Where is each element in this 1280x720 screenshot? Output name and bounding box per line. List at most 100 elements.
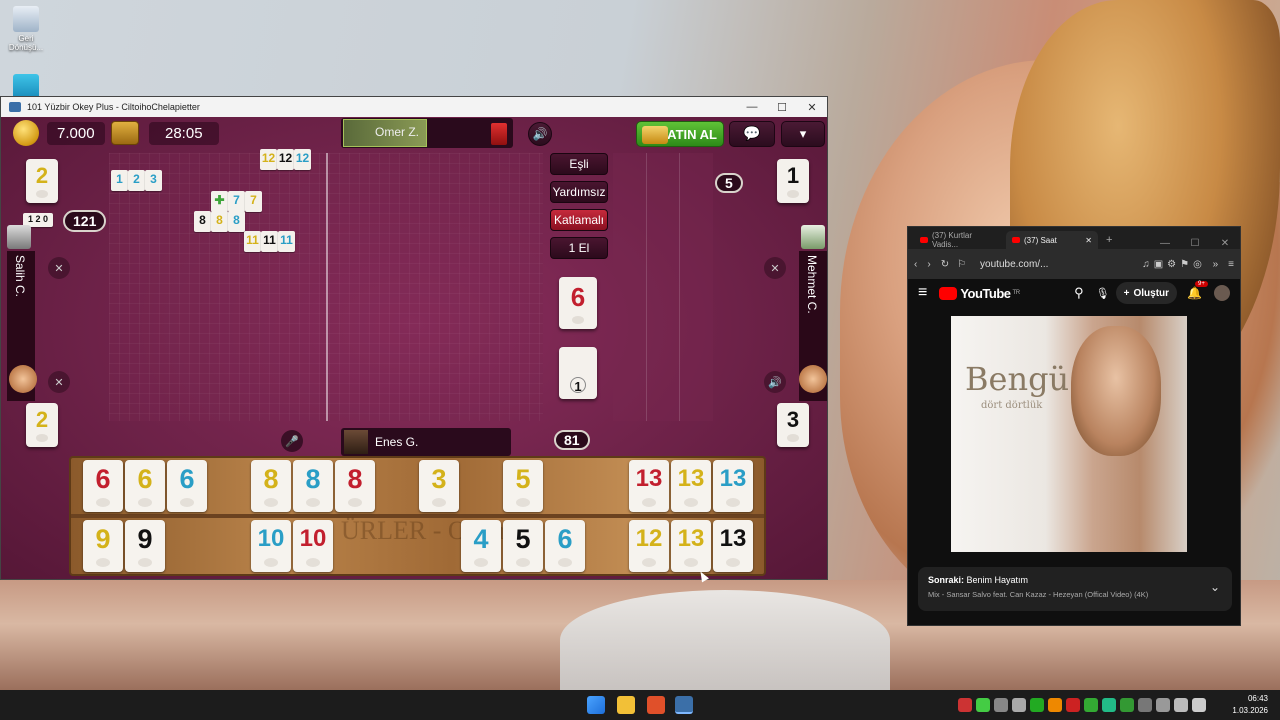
video-player[interactable]: Bengü dört dörtlük	[951, 316, 1187, 552]
account-avatar[interactable]	[1214, 285, 1230, 301]
tray-icon-8[interactable]	[1084, 698, 1098, 712]
rack-tile[interactable]: 8	[293, 460, 333, 512]
minimize-button[interactable]: —	[737, 101, 767, 114]
brave-browser-icon[interactable]	[647, 696, 665, 714]
coin-icon	[13, 120, 39, 146]
deck-tile[interactable]: 1	[559, 347, 597, 399]
forward-icon[interactable]: ›	[927, 259, 930, 270]
left-player-avatar	[7, 225, 31, 249]
address-bar[interactable]: youtube.com/...	[980, 259, 1048, 270]
left-player-mic-mute-icon[interactable]: ✕	[48, 371, 70, 393]
rack-tile[interactable]: 5	[503, 520, 543, 572]
hamburger-icon[interactable]: ≡	[918, 284, 927, 302]
my-microphone-icon[interactable]: 🎤	[281, 430, 303, 452]
tray-icon-2[interactable]	[976, 698, 990, 712]
chevron-down-icon: ▾	[799, 126, 807, 142]
battery-icon[interactable]	[1192, 698, 1206, 712]
rack-tile[interactable]: 4	[461, 520, 501, 572]
rack-tile[interactable]: 6	[125, 460, 165, 512]
tray-icon-11[interactable]	[1138, 698, 1152, 712]
up-next-panel[interactable]: Sonraki: Benim Hayatım Mix - Sansar Salv…	[918, 567, 1232, 611]
volume-icon[interactable]	[1174, 698, 1188, 712]
right-player-mute-icon[interactable]: ✕	[764, 257, 786, 279]
tray-icon-3[interactable]	[994, 698, 1008, 712]
rack-tile[interactable]: 8	[335, 460, 375, 512]
bookmark-icon[interactable]: ⚐	[957, 259, 966, 270]
rack-tile[interactable]: 13	[713, 460, 753, 512]
rack-tile[interactable]: 10	[251, 520, 291, 572]
rack-tile-value: 9	[95, 524, 111, 554]
mode-1-el: 1 El	[550, 237, 608, 259]
new-tab-button[interactable]: +	[1106, 234, 1112, 246]
youtube-logo[interactable]: YouTube TR	[939, 286, 1020, 301]
rack-tile[interactable]: 13	[713, 520, 753, 572]
chat-button[interactable]: 💬	[729, 121, 775, 147]
rack-tile[interactable]: 9	[83, 520, 123, 572]
buy-button[interactable]: SATIN AL	[636, 121, 724, 147]
rack-tile[interactable]: 5	[503, 460, 543, 512]
notifications-icon[interactable]: 🔔 9+	[1187, 281, 1208, 300]
rack-tile[interactable]: 10	[293, 520, 333, 572]
rack-tile[interactable]: 6	[167, 460, 207, 512]
file-explorer-icon[interactable]	[617, 696, 635, 714]
browser-menu-icon[interactable]: ≡	[1228, 259, 1234, 270]
meld-tile: 7	[245, 191, 262, 212]
browser-maximize-button[interactable]: ☐	[1180, 238, 1210, 249]
browser-tab-2[interactable]: (37) Saat ✕	[1006, 231, 1098, 249]
rack-tile[interactable]: 6	[545, 520, 585, 572]
maximize-button[interactable]: ☐	[767, 101, 797, 114]
rack-tile-value: 5	[515, 524, 531, 554]
up-next-mix: Mix - Sansar Salvo feat. Can Kazaz - Hez…	[928, 590, 1149, 599]
browser-close-button[interactable]: ✕	[1210, 238, 1240, 249]
extensions-icon[interactable]: ♫▣⚙⚑◎ »	[1142, 259, 1222, 270]
sound-button[interactable]: 🔊	[528, 122, 552, 146]
rack-tile-value: 13	[677, 465, 705, 492]
gold-bars-icon	[642, 126, 668, 144]
timer-display: 28:05	[111, 121, 219, 145]
my-player-panel: Enes G.	[341, 428, 511, 456]
youtube-tab-icon	[920, 237, 928, 243]
reload-icon[interactable]: ↻	[941, 259, 949, 270]
rack-tile[interactable]: 13	[629, 460, 669, 512]
opponent-top-timer-icon	[491, 123, 507, 145]
start-icon[interactable]	[587, 696, 605, 714]
desktop-icon-recycle-bin[interactable]: Geri Dönüşü...	[6, 6, 46, 52]
recycle-bin-icon	[13, 6, 39, 32]
menu-dropdown-button[interactable]: ▾	[781, 121, 825, 147]
tab-close-icon[interactable]: ✕	[1085, 236, 1092, 245]
rack-tile-value: 3	[431, 464, 447, 494]
tray-icon-7[interactable]	[1066, 698, 1080, 712]
youtube-tab-icon	[1012, 237, 1020, 243]
tray-icon-1[interactable]	[958, 698, 972, 712]
rack-tile-value: 10	[257, 525, 285, 552]
rack-tile[interactable]: 8	[251, 460, 291, 512]
close-button[interactable]: ✕	[797, 101, 827, 114]
youtube-header: ≡ YouTube TR ⚲ 🎙 + Oluştur 🔔 9+	[908, 279, 1240, 307]
video-album-subtitle: dört dörtlük	[981, 400, 1043, 411]
tile-rack: ÜRLER - Omer 6 6 6 8 8 8 3 5 13 13 13 9 9 10 10 4 5 6 12 1…	[69, 456, 766, 576]
browser-tabbar: (37) Kurtlar Vadis... (37) Saat ✕ + — ☐ ✕	[908, 227, 1240, 249]
browser-tab-1[interactable]: (37) Kurtlar Vadis...	[914, 231, 1006, 249]
rack-tile[interactable]: 3	[419, 460, 459, 512]
rack-tile[interactable]: 6	[83, 460, 123, 512]
browser-minimize-button[interactable]: —	[1150, 238, 1180, 249]
rack-tile[interactable]: 13	[671, 460, 711, 512]
left-player-mute-icon[interactable]: ✕	[48, 257, 70, 279]
okey-game-taskbar-icon[interactable]	[675, 696, 693, 714]
tray-icon-6[interactable]	[1048, 698, 1062, 712]
tray-icon-4[interactable]	[1012, 698, 1026, 712]
taskbar-clock[interactable]: 06:43 1.03.2026	[1232, 693, 1268, 717]
rack-tile[interactable]: 9	[125, 520, 165, 572]
wifi-icon[interactable]	[1156, 698, 1170, 712]
microphone-icon[interactable]: 🎙	[1096, 287, 1110, 300]
back-icon[interactable]: ‹	[914, 259, 917, 270]
tray-icon-9[interactable]	[1102, 698, 1116, 712]
search-icon[interactable]: ⚲	[1074, 285, 1084, 301]
tray-icon-5[interactable]	[1030, 698, 1044, 712]
rack-tile[interactable]: 12	[629, 520, 669, 572]
create-button[interactable]: + Oluştur	[1115, 282, 1178, 304]
tray-icon-10[interactable]	[1120, 698, 1134, 712]
rack-tile[interactable]: 13	[671, 520, 711, 572]
chevron-down-icon[interactable]: ⌄	[1210, 580, 1220, 594]
right-player-speaker-icon[interactable]: 🔊	[764, 371, 786, 393]
